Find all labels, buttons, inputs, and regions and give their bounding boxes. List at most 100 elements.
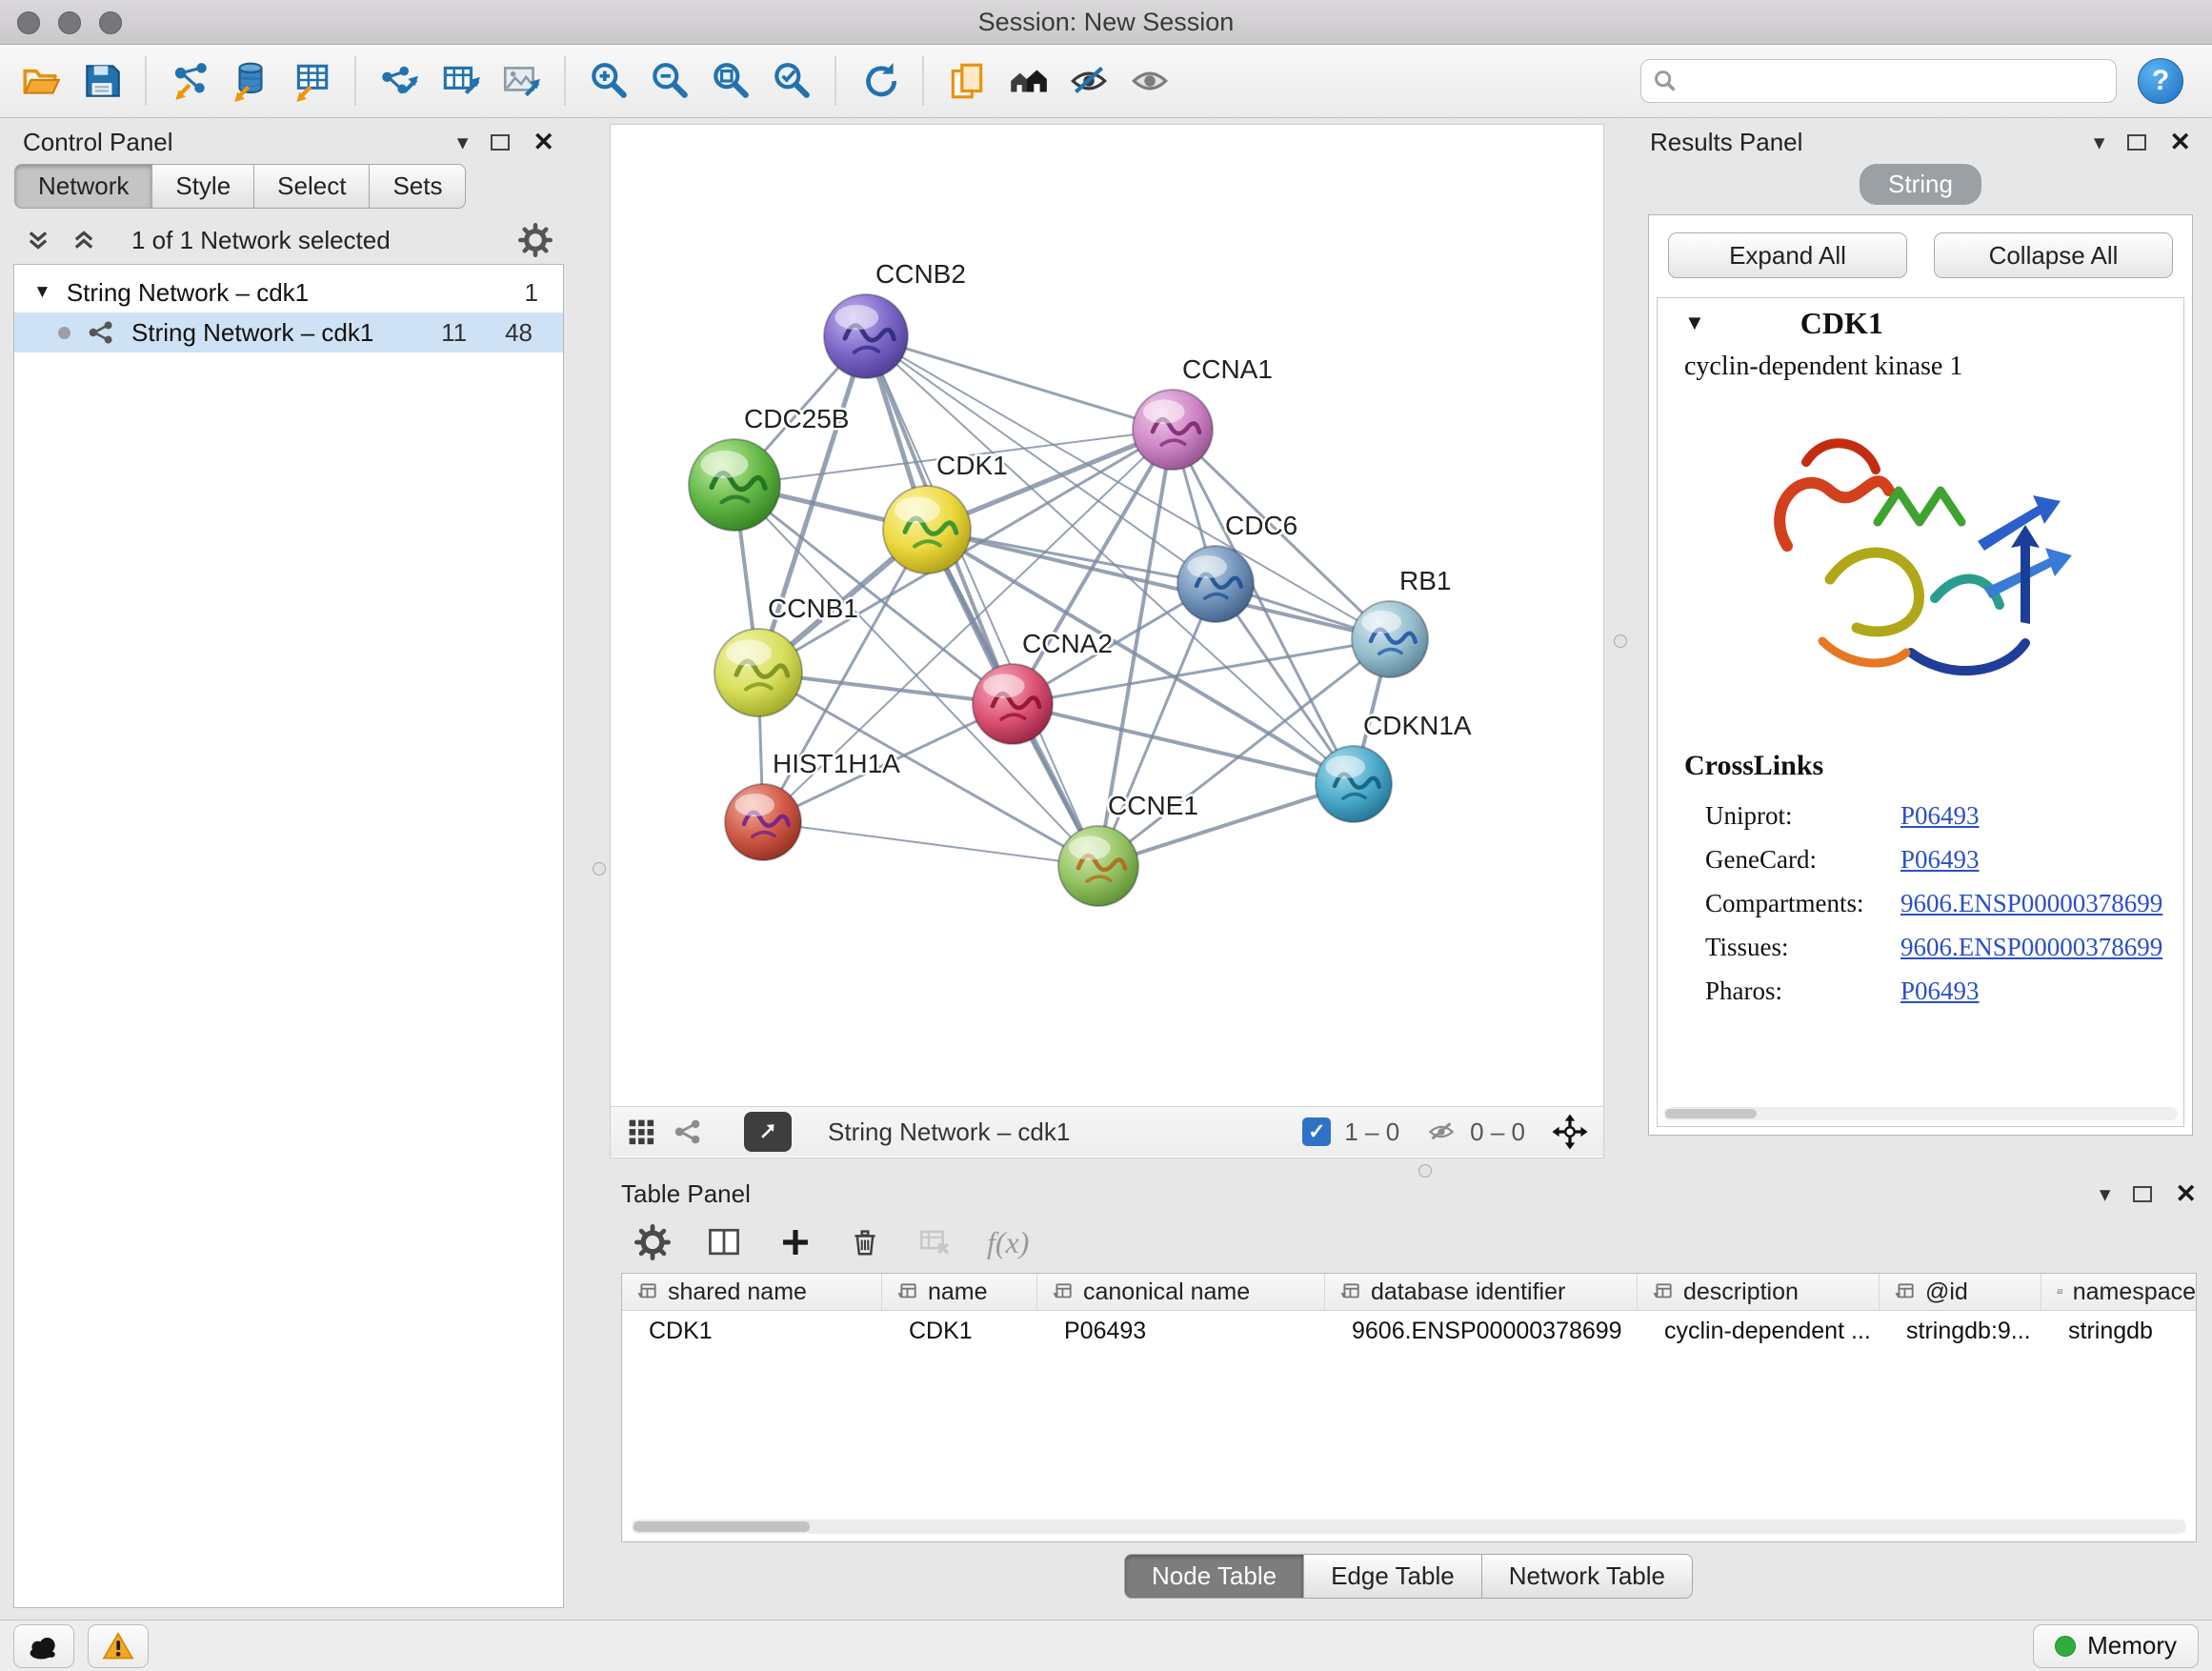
tab-sets[interactable]: Sets xyxy=(369,164,466,209)
collapse-all-icon[interactable] xyxy=(25,227,51,253)
collapse-all-button[interactable]: Collapse All xyxy=(1934,232,2173,278)
selected-nodes-checkbox[interactable]: ✓ xyxy=(1302,1117,1331,1146)
window-controls[interactable] xyxy=(17,11,122,34)
cell-shared-name[interactable]: CDK1 xyxy=(622,1318,882,1345)
column-header-description[interactable]: description xyxy=(1638,1274,1880,1310)
grid-view-button[interactable] xyxy=(626,1117,656,1147)
crosslink-pharos-link[interactable]: P06493 xyxy=(1900,969,1980,1013)
network-overview-button[interactable] xyxy=(674,1117,702,1146)
save-session-button[interactable] xyxy=(74,52,130,110)
tab-select[interactable]: Select xyxy=(253,164,370,209)
table-settings-button[interactable] xyxy=(634,1224,671,1260)
import-table-button[interactable] xyxy=(284,52,339,110)
export-table-button[interactable] xyxy=(432,52,488,110)
export-image-button[interactable] xyxy=(493,52,549,110)
splitter-handle[interactable] xyxy=(1614,634,1627,648)
table-horizontal-scrollbar[interactable] xyxy=(632,1520,2186,1534)
expand-all-button[interactable]: Expand All xyxy=(1668,232,1907,278)
close-window-button[interactable] xyxy=(17,11,40,34)
column-header-name[interactable]: name xyxy=(882,1274,1037,1310)
delete-column-button[interactable] xyxy=(848,1225,882,1259)
zoom-fit-button[interactable] xyxy=(703,52,758,110)
panel-close-icon[interactable]: ✕ xyxy=(2175,1179,2197,1209)
tree-expander-icon[interactable]: ▼ xyxy=(33,282,51,303)
crosslink-uniprot-link[interactable]: P06493 xyxy=(1900,794,1980,837)
panel-menu-icon[interactable]: ▾ xyxy=(2094,130,2105,155)
panel-float-icon[interactable] xyxy=(2127,134,2146,151)
cell-canonical-name[interactable]: P06493 xyxy=(1037,1318,1325,1345)
splitter-handle[interactable] xyxy=(593,862,606,876)
zoom-in-button[interactable] xyxy=(581,52,636,110)
detach-view-button[interactable] xyxy=(744,1112,792,1152)
export-network-button[interactable] xyxy=(372,52,427,110)
column-header-id[interactable]: @id xyxy=(1880,1274,2041,1310)
zoom-selected-button[interactable] xyxy=(764,52,819,110)
open-session-button[interactable] xyxy=(13,52,69,110)
panel-menu-icon[interactable]: ▾ xyxy=(2100,1181,2111,1207)
network-node[interactable]: CDK1 xyxy=(883,451,1008,574)
pan-crosshair-icon[interactable] xyxy=(1552,1114,1588,1150)
duplicate-network-button[interactable] xyxy=(939,52,995,110)
column-header-database-identifier[interactable]: database identifier xyxy=(1325,1274,1638,1310)
network-node[interactable]: CDKN1A xyxy=(1316,711,1472,822)
tab-network[interactable]: Network xyxy=(14,164,152,209)
memory-button[interactable]: Memory xyxy=(2033,1624,2199,1668)
table-row[interactable]: CDK1 CDK1 P06493 9606.ENSP00000378699 cy… xyxy=(622,1311,2196,1351)
gene-section-header[interactable]: ▼ CDK1 xyxy=(1658,298,2183,348)
import-network-file-button[interactable] xyxy=(162,52,217,110)
tab-node-table[interactable]: Node Table xyxy=(1124,1554,1304,1599)
birdseye-view-button[interactable] xyxy=(1000,52,1056,110)
tab-edge-table[interactable]: Edge Table xyxy=(1303,1554,1482,1599)
cell-name[interactable]: CDK1 xyxy=(882,1318,1037,1345)
minimize-window-button[interactable] xyxy=(58,11,81,34)
network-collection-row[interactable]: ▼ String Network – cdk1 1 xyxy=(14,272,563,312)
crosslink-genecard-link[interactable]: P06493 xyxy=(1900,837,1980,881)
network-edge[interactable] xyxy=(763,822,1098,866)
string-tab-badge[interactable]: String xyxy=(1860,164,1981,205)
expand-all-icon[interactable] xyxy=(70,227,97,253)
network-node[interactable]: CCNE1 xyxy=(1058,791,1198,906)
search-box[interactable] xyxy=(1640,59,2117,103)
gear-icon[interactable] xyxy=(518,223,553,257)
import-network-database-button[interactable] xyxy=(223,52,278,110)
network-edge[interactable] xyxy=(1013,704,1354,784)
network-node[interactable]: HIST1H1A xyxy=(725,749,900,860)
zoom-window-button[interactable] xyxy=(99,11,122,34)
network-node[interactable]: CCNA2 xyxy=(973,629,1113,744)
network-edge[interactable] xyxy=(927,530,1390,639)
function-builder-button[interactable]: f(x) xyxy=(987,1225,1029,1260)
search-input[interactable] xyxy=(1685,67,2104,96)
warnings-button[interactable] xyxy=(88,1624,149,1668)
cell-description[interactable]: cyclin-dependent ... xyxy=(1638,1318,1880,1345)
panel-close-icon[interactable]: ✕ xyxy=(2169,128,2191,157)
crosslink-tissues-link[interactable]: 9606.ENSP00000378699 xyxy=(1900,925,2162,969)
network-edge[interactable] xyxy=(866,336,1173,430)
cloud-status-button[interactable] xyxy=(13,1624,74,1668)
hidden-eye-slash-icon[interactable] xyxy=(1426,1117,1457,1147)
create-column-button[interactable] xyxy=(777,1224,814,1260)
scrollbar-thumb[interactable] xyxy=(633,1521,810,1532)
cell-database-identifier[interactable]: 9606.ENSP00000378699 xyxy=(1325,1318,1638,1345)
cell-id[interactable]: stringdb:9... xyxy=(1880,1318,2041,1345)
splitter-handle[interactable] xyxy=(1418,1164,1432,1178)
panel-float-icon[interactable] xyxy=(491,134,510,151)
crosslink-compartments-link[interactable]: 9606.ENSP00000378699 xyxy=(1900,881,2162,925)
show-graphics-button[interactable] xyxy=(1122,52,1177,110)
panel-close-icon[interactable]: ✕ xyxy=(533,128,554,157)
network-node[interactable]: RB1 xyxy=(1352,566,1451,677)
column-header-canonical-name[interactable]: canonical name xyxy=(1037,1274,1325,1310)
refresh-network-button[interactable] xyxy=(852,52,907,110)
cell-namespace[interactable]: stringdb xyxy=(2041,1318,2196,1345)
results-horizontal-scrollbar[interactable] xyxy=(1663,1107,2178,1120)
network-edge[interactable] xyxy=(866,336,1098,866)
network-row-selected[interactable]: String Network – cdk1 11 48 xyxy=(14,312,563,352)
gene-expander-icon[interactable]: ▼ xyxy=(1684,311,1705,335)
zoom-out-button[interactable] xyxy=(642,52,697,110)
panel-float-icon[interactable] xyxy=(2133,1186,2152,1202)
column-header-shared-name[interactable]: shared name xyxy=(622,1274,882,1310)
network-node[interactable]: CCNA1 xyxy=(1133,354,1273,470)
network-canvas[interactable]: CCNB2CCNA1CDC25BCDK1CDC6RB1CCNB1CCNA2CDK… xyxy=(611,125,1603,1106)
column-header-namespace[interactable]: namespace xyxy=(2041,1274,2196,1310)
show-columns-button[interactable] xyxy=(705,1223,743,1261)
panel-menu-icon[interactable]: ▾ xyxy=(457,130,469,155)
